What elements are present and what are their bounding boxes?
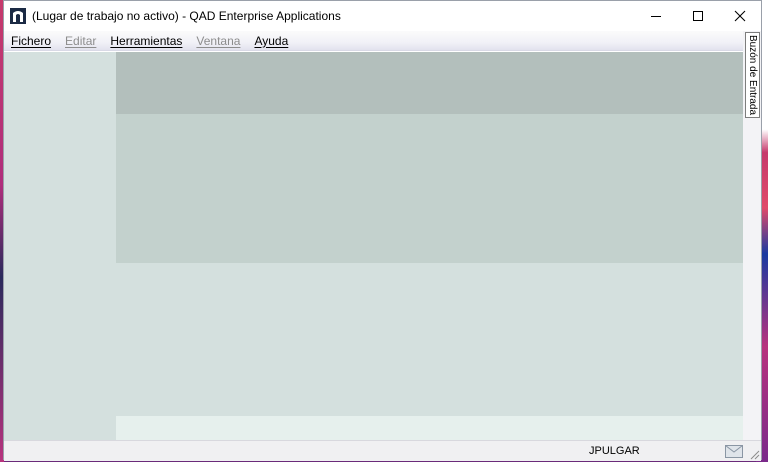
menu-fichero[interactable]: Fichero: [4, 34, 58, 48]
maximize-button[interactable]: [677, 1, 719, 30]
menu-editar[interactable]: Editar: [58, 34, 103, 48]
menu-herramientas[interactable]: Herramientas: [103, 34, 189, 48]
menu-ventana[interactable]: Ventana: [189, 34, 247, 48]
title-bar[interactable]: (Lugar de trabajo no activo) - QAD Enter…: [4, 1, 761, 30]
resize-grip-icon[interactable]: [748, 448, 760, 460]
navigation-panel[interactable]: [4, 52, 116, 440]
app-window: (Lugar de trabajo no activo) - QAD Enter…: [3, 0, 762, 461]
window-controls: [635, 1, 761, 30]
status-bar: JPULGAR: [4, 440, 761, 461]
status-user: JPULGAR: [589, 445, 640, 457]
workspace-area[interactable]: [116, 263, 743, 416]
inbox-side-tab[interactable]: Buzón de Entrada: [745, 32, 760, 118]
window-title: (Lugar de trabajo no activo) - QAD Enter…: [32, 8, 341, 23]
close-icon: [734, 10, 746, 21]
qad-app-icon: [10, 7, 26, 24]
maximize-icon: [693, 10, 703, 21]
menu-bar: Fichero Editar Herramientas Ventana Ayud…: [4, 31, 744, 51]
workspace-header-band: [116, 52, 743, 114]
mail-icon[interactable]: [725, 445, 743, 458]
menu-ayuda[interactable]: Ayuda: [247, 34, 295, 48]
workspace-band: [116, 114, 743, 263]
minimize-button[interactable]: [635, 1, 677, 30]
workspace-footer-band: [116, 416, 743, 440]
minimize-icon: [651, 15, 661, 17]
close-button[interactable]: [719, 1, 761, 30]
inbox-side-tab-label: Buzón de Entrada: [747, 34, 758, 116]
